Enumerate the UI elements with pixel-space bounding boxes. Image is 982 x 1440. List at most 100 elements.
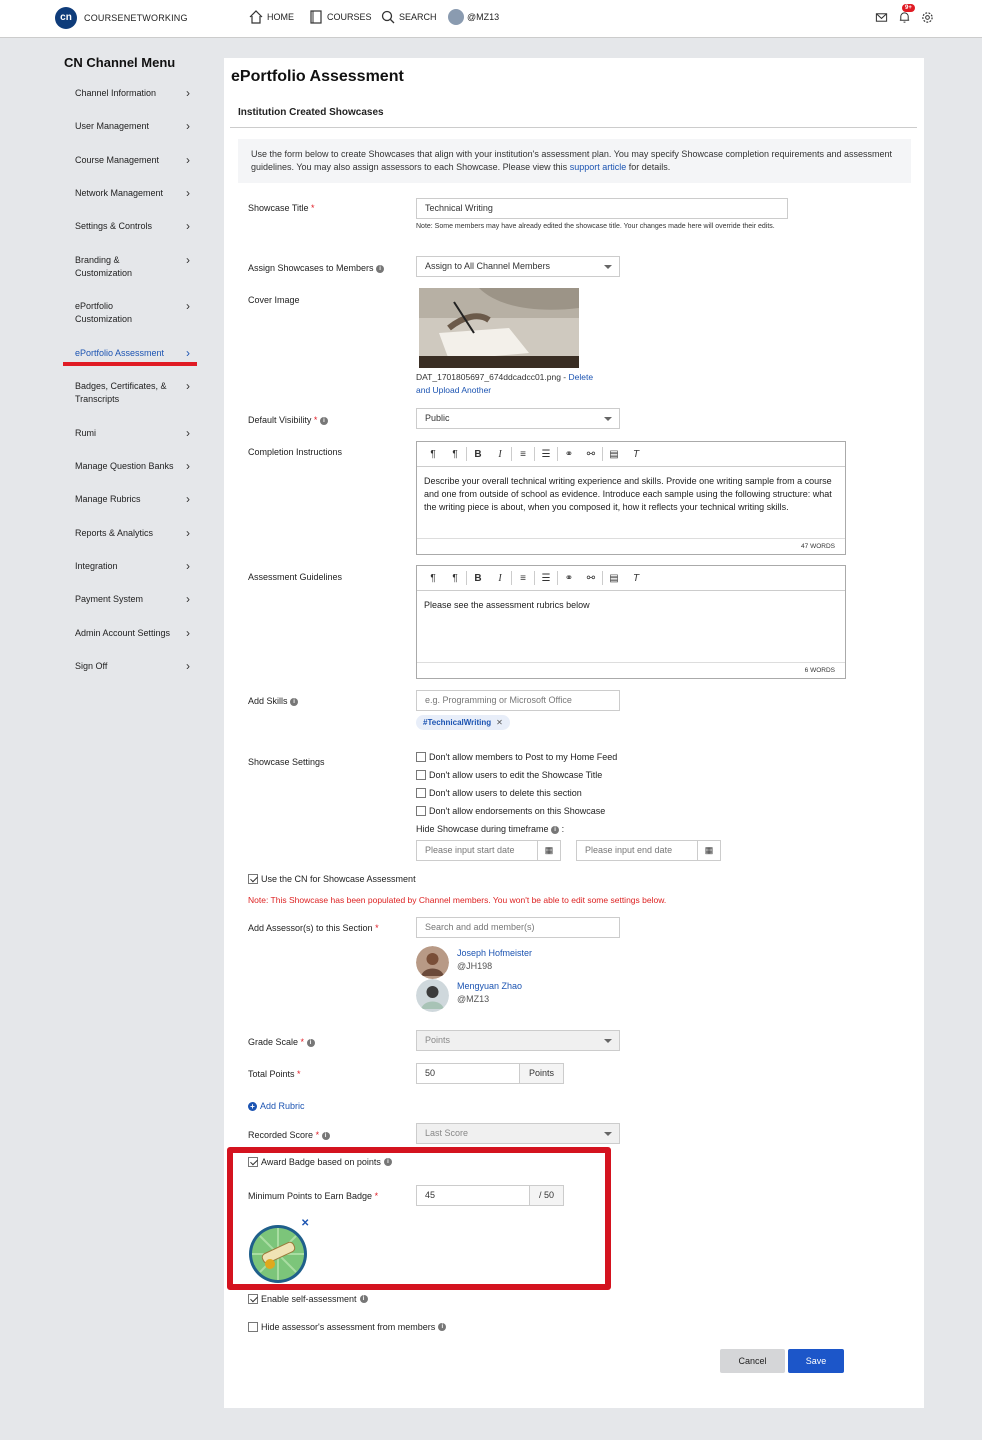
assessor-label: Add Assessor(s) to this Section * [248,923,379,933]
completion-text[interactable]: Describe your overall technical writing … [417,467,845,522]
checkbox[interactable] [416,752,426,762]
assessor-handle: @JH198 [457,961,493,971]
assessor-name[interactable]: Mengyuan Zhao [457,980,522,993]
checkbox[interactable] [416,770,426,780]
notifications[interactable]: 9+ [898,4,915,26]
plus-icon: + [248,1101,257,1111]
main-panel: ePortfolio Assessment Institution Create… [224,58,924,1408]
checkbox[interactable] [416,806,426,816]
nav-profile[interactable]: @MZ13 [448,9,499,25]
sidebar-item-rumi[interactable]: Rumi › [75,427,190,440]
numbered-list-icon[interactable]: ≡ [512,449,534,460]
sidebar-item-reports[interactable]: Reports & Analytics › [75,527,190,540]
link-icon[interactable]: ⚭ [558,449,580,460]
sidebar-item-question-banks[interactable]: Manage Question Banks › [75,460,190,473]
word-count: 6 WORDS [417,662,845,678]
gear-icon[interactable] [921,11,934,24]
bold-icon[interactable]: B [467,573,489,584]
min-points-input[interactable]: 45 [416,1185,530,1206]
calendar-icon[interactable]: ▦ [537,840,561,861]
mail-icon[interactable] [875,11,888,24]
logo[interactable]: cn [55,7,77,29]
guidelines-text[interactable]: Please see the assessment rubrics below [417,591,845,620]
brand-name[interactable]: COURSENETWORKING [84,13,188,23]
italic-icon[interactable]: I [489,573,511,584]
clear-format-icon[interactable]: T [625,449,647,460]
paragraph-ltr-icon[interactable]: ¶ [422,449,444,460]
hide-assessor-row[interactable]: Hide assessor's assessment from members … [248,1322,447,1332]
badge-image[interactable] [248,1224,308,1284]
sidebar-item-branding[interactable]: Branding & Customization › [75,254,190,280]
sidebar-item-eportfolio-customization[interactable]: ePortfolio Customization › [75,300,190,326]
close-icon[interactable]: ✕ [496,718,503,727]
self-assessment-row[interactable]: Enable self-assessment i [248,1294,368,1304]
paste-icon[interactable]: ▤ [603,449,625,460]
assign-select[interactable]: Assign to All Channel Members [416,256,620,277]
sidebar-item-network-management[interactable]: Network Management › [75,187,190,200]
setting-no-edit-title[interactable]: Don't allow users to edit the Showcase T… [416,770,602,780]
nav-courses[interactable]: COURSES [308,9,372,25]
avatar[interactable] [416,946,449,979]
support-article-link[interactable]: support article [570,162,627,172]
use-cn-checkbox-row[interactable]: Use the CN for Showcase Assessment [248,874,416,884]
italic-icon[interactable]: I [489,449,511,460]
numbered-list-icon[interactable]: ≡ [512,573,534,584]
checkbox[interactable] [248,1322,258,1332]
assessor-name[interactable]: Joseph Hofmeister [457,947,532,960]
sidebar-item-sign-off[interactable]: Sign Off › [75,660,190,673]
sidebar-item-channel-information[interactable]: Channel Information › [75,87,190,100]
delete-link[interactable]: Delete [569,372,594,382]
calendar-icon[interactable]: ▦ [697,840,721,861]
settings-label: Showcase Settings [248,757,325,767]
skills-input[interactable]: e.g. Programming or Microsoft Office [416,690,620,711]
checkbox[interactable] [416,788,426,798]
cancel-button[interactable]: Cancel [720,1349,785,1373]
setting-no-post[interactable]: Don't allow members to Post to my Home F… [416,752,617,762]
chevron-right-icon: › [186,153,190,167]
total-points-input[interactable]: 50 [416,1063,520,1084]
chevron-right-icon: › [186,659,190,673]
upload-another-link[interactable]: and Upload Another [416,385,491,395]
checkbox[interactable] [248,1157,258,1167]
setting-no-delete[interactable]: Don't allow users to delete this section [416,788,582,798]
chevron-right-icon: › [186,346,190,360]
paragraph-ltr-icon[interactable]: ¶ [422,573,444,584]
award-badge-row[interactable]: Award Badge based on points i [248,1157,392,1167]
guidelines-editor[interactable]: ¶ ¶ BI ≡ ☰ ⚭ ⚯ ▤ T Please see the assessment… [416,565,846,679]
save-button[interactable]: Save [788,1349,844,1373]
bold-icon[interactable]: B [467,449,489,460]
end-date-input[interactable]: Please input end date [576,840,698,861]
avatar[interactable] [416,979,449,1012]
add-rubric-button[interactable]: + Add Rubric [248,1101,305,1111]
bullet-list-icon[interactable]: ☰ [535,449,557,460]
nav-home[interactable]: HOME [248,9,294,25]
remove-badge-icon[interactable]: ✕ [301,1218,309,1229]
paragraph-rtl-icon[interactable]: ¶ [444,449,466,460]
sidebar-item-payment[interactable]: Payment System › [75,593,190,606]
visibility-select[interactable]: Public [416,408,620,429]
assessor-search-input[interactable]: Search and add member(s) [416,917,620,938]
sidebar-item-rubrics[interactable]: Manage Rubrics › [75,493,190,506]
clear-format-icon[interactable]: T [625,573,647,584]
sidebar-item-settings-controls[interactable]: Settings & Controls › [75,220,190,233]
sidebar-item-admin-settings[interactable]: Admin Account Settings › [75,627,190,640]
sidebar-item-eportfolio-assessment[interactable]: ePortfolio Assessment › [75,347,190,360]
sidebar-item-integration[interactable]: Integration › [75,560,190,573]
checkbox[interactable] [248,874,258,884]
chevron-down-icon [604,265,612,269]
start-date-input[interactable]: Please input start date [416,840,538,861]
showcase-title-input[interactable]: Technical Writing [416,198,788,219]
nav-search[interactable]: SEARCH [380,9,437,25]
unlink-icon[interactable]: ⚯ [580,573,602,584]
link-icon[interactable]: ⚭ [558,573,580,584]
sidebar-item-badges[interactable]: Badges, Certificates, & Transcripts › [75,380,190,406]
sidebar-item-course-management[interactable]: Course Management › [75,154,190,167]
setting-no-endorse[interactable]: Don't allow endorsements on this Showcas… [416,806,605,816]
bullet-list-icon[interactable]: ☰ [535,573,557,584]
completion-editor[interactable]: ¶ ¶ BI ≡ ☰ ⚭ ⚯ ▤ T Describe your overall tec… [416,441,846,555]
sidebar-item-user-management[interactable]: User Management › [75,120,190,133]
checkbox[interactable] [248,1294,258,1304]
paste-icon[interactable]: ▤ [603,573,625,584]
unlink-icon[interactable]: ⚯ [580,449,602,460]
paragraph-rtl-icon[interactable]: ¶ [444,573,466,584]
